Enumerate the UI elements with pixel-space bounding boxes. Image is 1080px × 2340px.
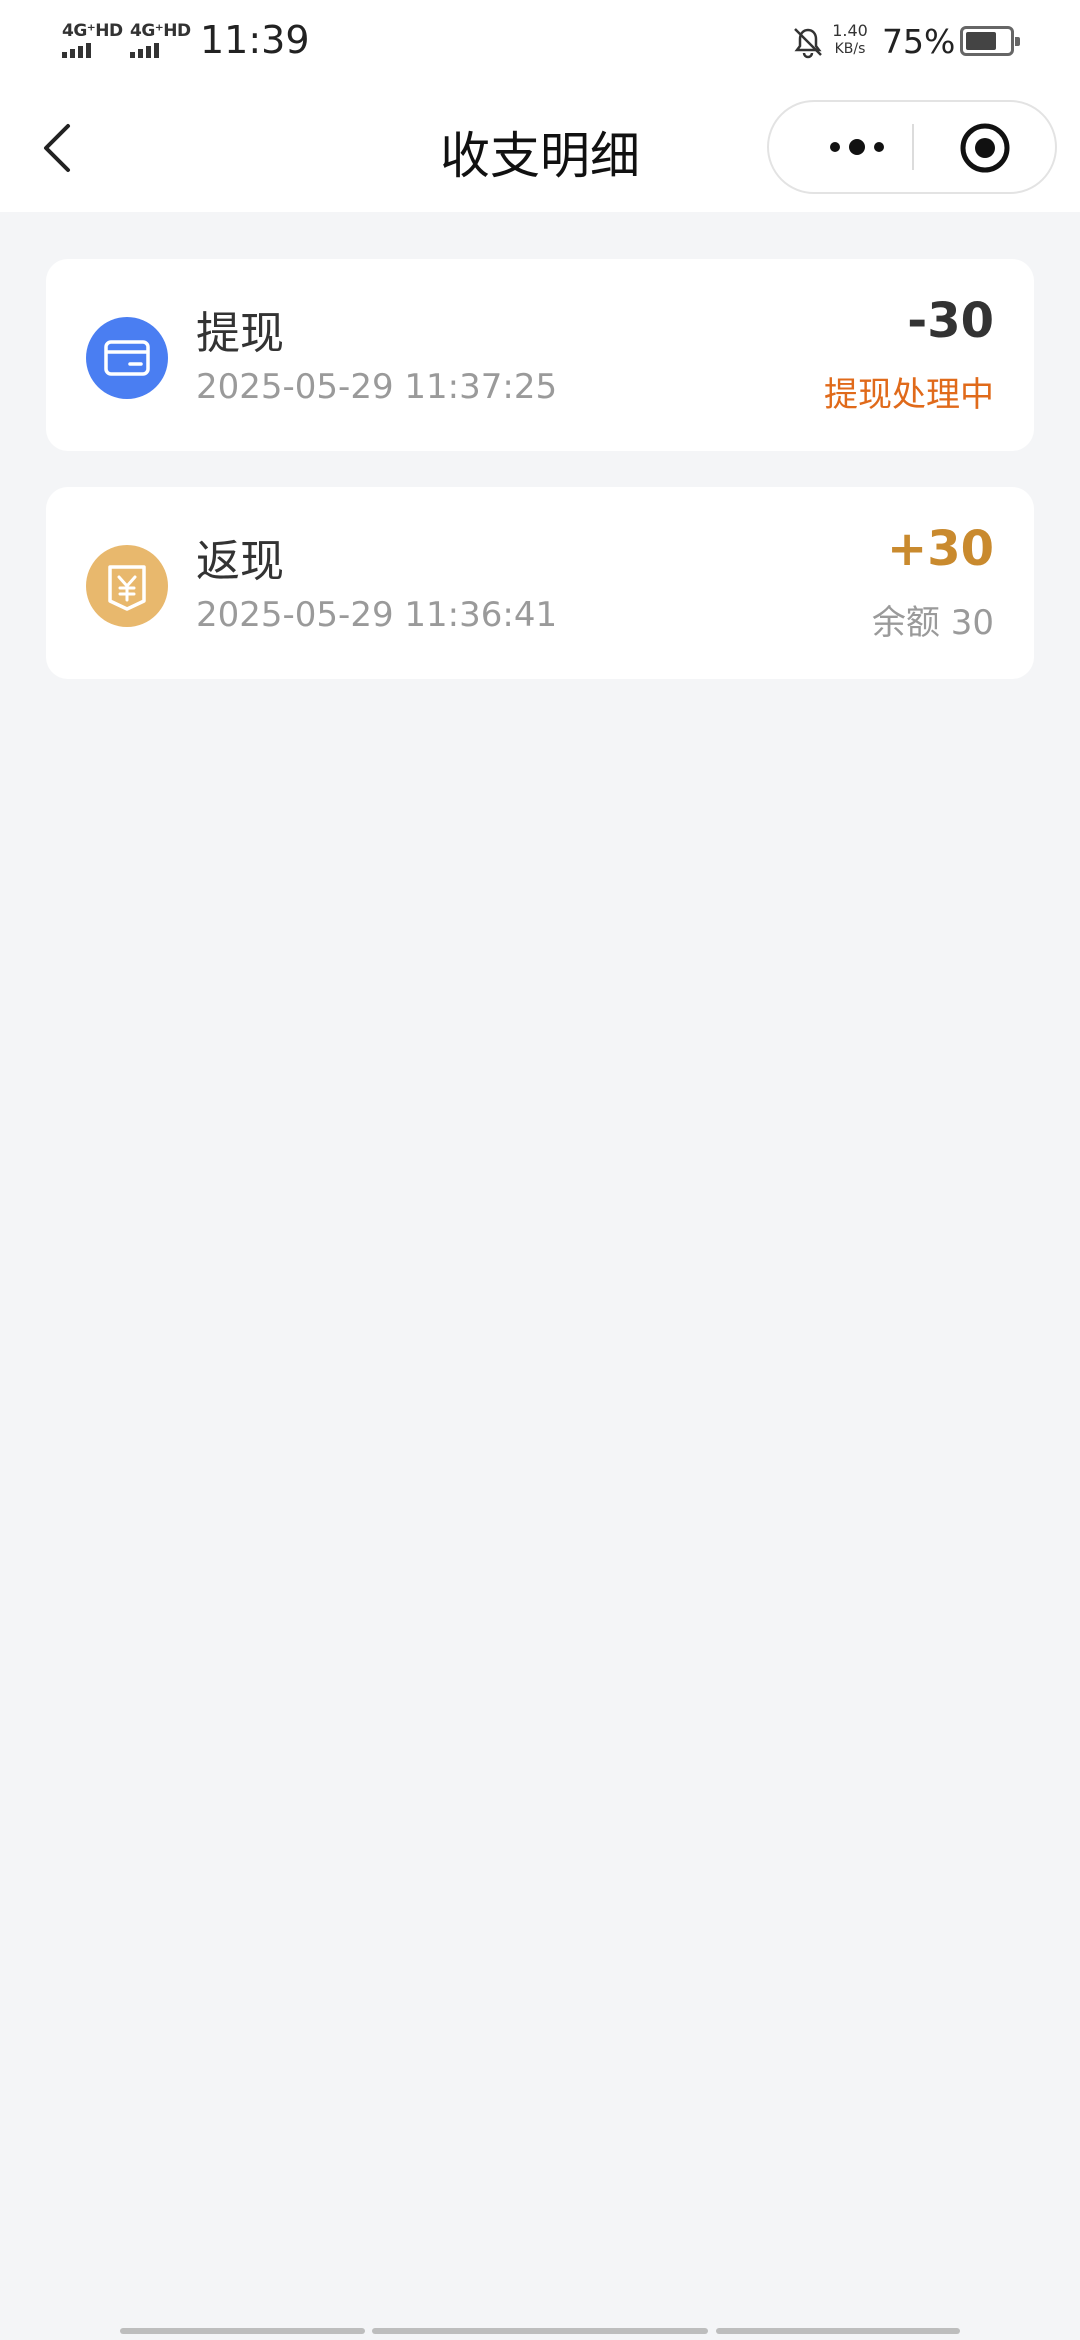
card-icon	[104, 340, 150, 376]
transaction-title: 返现	[196, 536, 284, 587]
transaction-item-withdrawal[interactable]: 提现 2025-05-29 11:37:25 -30 提现处理中	[46, 259, 1034, 451]
transaction-time: 2025-05-29 11:37:25	[196, 367, 558, 407]
yuan-icon	[108, 565, 146, 611]
network-speed-value: 1.40	[832, 21, 868, 40]
signal-bars-icon	[130, 42, 191, 58]
capsule-divider	[912, 124, 914, 170]
transaction-amount: -30	[907, 293, 994, 349]
nav-bar: 收支明细	[0, 86, 1080, 212]
network-type-sim2: 4G⁺HD	[130, 21, 191, 41]
transaction-time: 2025-05-29 11:36:41	[196, 595, 558, 635]
battery-percentage: 75%	[882, 22, 956, 61]
transaction-amount: +30	[886, 521, 994, 577]
status-time: 11:39	[200, 18, 310, 62]
network-speed: 1.40 KB/s	[830, 22, 870, 58]
signal-bars-icon	[62, 42, 123, 58]
withdraw-icon-badge	[86, 317, 168, 399]
battery-level	[966, 32, 996, 50]
balance-text: 余额 30	[871, 603, 994, 643]
gesture-bar-home[interactable]	[372, 2328, 708, 2334]
target-circle-icon[interactable]	[959, 122, 1011, 174]
transaction-item-cashback[interactable]: 返现 2025-05-29 11:36:41 +30 余额 30	[46, 487, 1034, 679]
more-dots-icon[interactable]	[797, 102, 917, 192]
mini-program-capsule	[767, 100, 1057, 194]
bell-off-icon	[794, 28, 822, 59]
network-speed-unit: KB/s	[834, 41, 866, 57]
status-bar: 4G⁺HD 4G⁺HD 11:39 1.40 KB/s 75%	[0, 0, 1080, 86]
signal-sim1: 4G⁺HD	[62, 22, 123, 58]
signal-sim2: 4G⁺HD	[130, 22, 191, 58]
transaction-title: 提现	[196, 308, 284, 359]
transaction-status: 提现处理中	[824, 375, 994, 415]
battery-icon	[960, 26, 1020, 56]
network-type-sim1: 4G⁺HD	[62, 21, 123, 41]
gesture-bar-right[interactable]	[716, 2328, 960, 2334]
cashback-icon-badge	[86, 545, 168, 627]
gesture-bar-left[interactable]	[120, 2328, 365, 2334]
